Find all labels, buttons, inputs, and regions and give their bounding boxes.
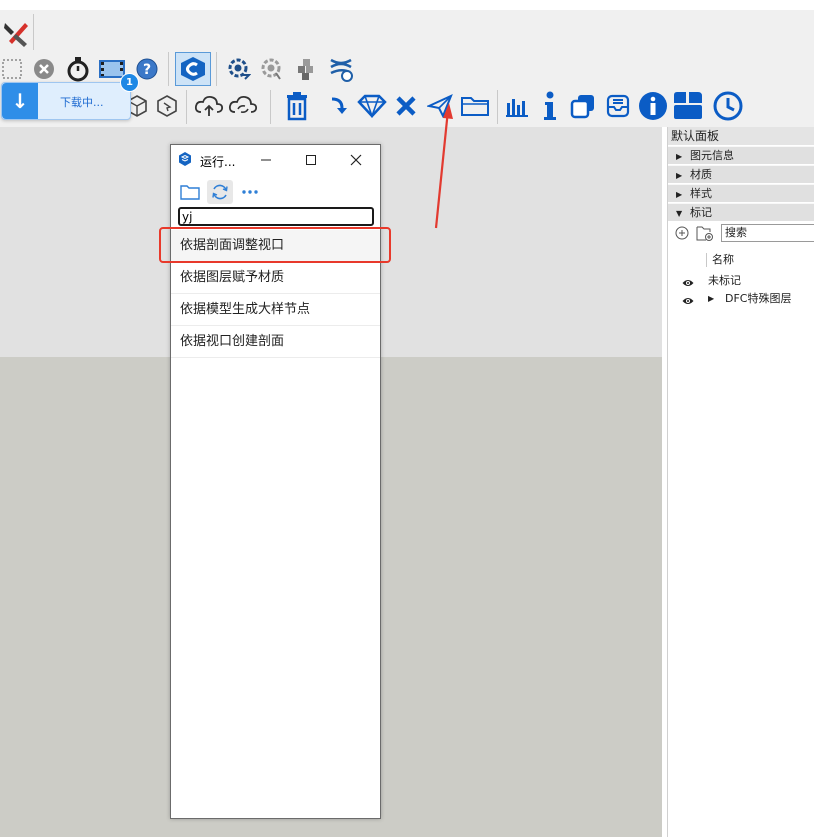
highlight-box: [159, 227, 391, 263]
column-name-label: 名称: [712, 253, 734, 266]
list-item[interactable]: 依据视口创建剖面: [171, 326, 380, 358]
logo-c-icon[interactable]: [175, 52, 211, 86]
tools-icon[interactable]: [0, 15, 32, 49]
tags-search-input[interactable]: 搜索: [721, 224, 814, 242]
cloud-sync-icon[interactable]: [228, 92, 258, 120]
download-count-badge: 1: [120, 73, 139, 92]
stopwatch-icon[interactable]: [65, 55, 91, 83]
minimize-button[interactable]: [256, 150, 276, 170]
send-icon[interactable]: [426, 92, 454, 120]
expand-triangle-icon: ▶: [676, 190, 683, 199]
default-panel: 默认面板 ▶ 图元信息 ▶ 材质 ▶ 样式 ▼ 标记 搜索 名称 未标记 ▶ DFC特殊…: [667, 127, 814, 837]
expand-triangle-icon: ▶: [676, 171, 683, 180]
section-entity-info[interactable]: ▶ 图元信息: [668, 146, 814, 164]
eye-icon[interactable]: [682, 294, 694, 312]
list-item[interactable]: 依据模型生成大样节点: [171, 294, 380, 326]
gear-import-icon[interactable]: [259, 55, 285, 83]
tag-name: DFC特殊图层: [725, 292, 792, 305]
info-circle-icon[interactable]: [637, 90, 669, 122]
diamond-icon[interactable]: [356, 92, 388, 120]
close-button[interactable]: [346, 150, 366, 170]
toolbar-separator: [33, 14, 34, 50]
svg-text:?: ?: [143, 62, 151, 78]
arrow-down-right-icon[interactable]: [327, 92, 351, 120]
add-tag-icon[interactable]: [673, 224, 691, 242]
delete-icon[interactable]: [282, 90, 312, 122]
toolbar-separator: [168, 52, 169, 86]
expand-triangle-icon: ▶: [676, 152, 683, 161]
cancel-icon[interactable]: [32, 56, 56, 82]
expand-triangle-icon[interactable]: ▶: [708, 290, 714, 308]
section-label: 样式: [690, 187, 712, 200]
run-window-title: 运行...: [200, 155, 236, 169]
run-window-toolbar: [171, 177, 380, 205]
close-x-icon[interactable]: [393, 92, 419, 120]
toolbar-separator: [186, 90, 187, 124]
more-options-icon[interactable]: [237, 180, 263, 204]
app-logo-icon: [178, 152, 192, 166]
section-label: 标记: [690, 206, 712, 219]
toolbar-separator: [216, 52, 217, 86]
tag-row[interactable]: 未标记: [668, 272, 814, 290]
download-status-text: 下载中...: [60, 96, 104, 109]
run-window-titlebar[interactable]: 运行...: [171, 145, 380, 175]
add-tag-folder-icon[interactable]: [695, 224, 715, 242]
section-label: 图元信息: [690, 149, 734, 162]
cube-select-icon[interactable]: [154, 92, 180, 120]
bar-chart-icon[interactable]: [504, 92, 530, 120]
blocks-icon[interactable]: [293, 55, 319, 83]
open-folder-icon[interactable]: [177, 180, 203, 204]
run-search-input[interactable]: [178, 207, 374, 226]
tray-icon[interactable]: [603, 92, 633, 120]
column-divider: [706, 253, 707, 267]
toolbar-separator: [497, 90, 498, 124]
panel-title: 默认面板: [668, 127, 814, 145]
section-styles[interactable]: ▶ 样式: [668, 184, 814, 202]
section-materials[interactable]: ▶ 材质: [668, 165, 814, 183]
section-tags[interactable]: ▼ 标记: [668, 203, 814, 221]
select-box-icon[interactable]: [0, 56, 24, 82]
tags-column-header: 名称: [668, 251, 814, 269]
folder-icon[interactable]: [459, 92, 491, 120]
section-label: 材质: [690, 168, 712, 181]
cloud-upload-icon[interactable]: [194, 92, 224, 120]
refresh-icon[interactable]: [207, 180, 233, 204]
panels-icon[interactable]: [671, 90, 705, 122]
download-arrow-icon: ↓: [2, 83, 38, 119]
toolbar-top-strip: [0, 0, 814, 10]
tag-name: 未标记: [708, 274, 741, 287]
clock-icon[interactable]: [709, 90, 747, 122]
list-item[interactable]: 依据图层赋予材质: [171, 262, 380, 294]
toolbar-separator: [270, 90, 271, 124]
tag-row[interactable]: ▶ DFC特殊图层: [668, 290, 814, 308]
gear-export-icon[interactable]: [226, 55, 252, 83]
copy-icon[interactable]: [568, 92, 598, 120]
dna-settings-icon[interactable]: [327, 55, 355, 83]
download-toast[interactable]: ↓ 下载中... 1: [1, 73, 139, 120]
maximize-button[interactable]: [301, 150, 321, 170]
info-i-icon[interactable]: [538, 90, 562, 122]
